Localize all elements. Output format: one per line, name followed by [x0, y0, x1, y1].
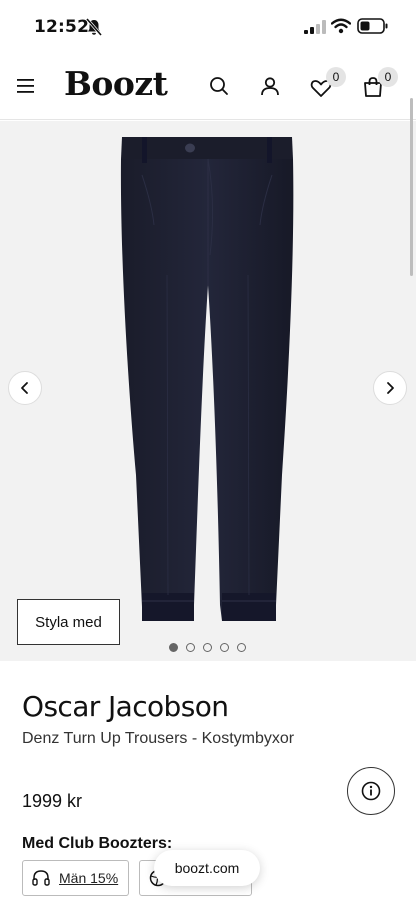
wifi-icon	[331, 18, 351, 34]
product-image-gallery[interactable]: Styla med	[0, 121, 416, 661]
wishlist-count-badge: 0	[326, 67, 346, 87]
gallery-next-button[interactable]	[373, 371, 407, 405]
menu-icon[interactable]	[16, 77, 36, 95]
styla-med-button[interactable]: Styla med	[17, 599, 120, 645]
product-price: 1999 kr	[22, 791, 83, 811]
status-bar: 12:52	[0, 0, 416, 56]
battery-icon	[357, 18, 388, 34]
gallery-pagination-dots	[169, 643, 246, 652]
gallery-dot-3[interactable]	[203, 643, 212, 652]
boozt-logo[interactable]: Boozt	[64, 64, 168, 103]
gallery-dot-1[interactable]	[169, 643, 178, 652]
page-scrollbar[interactable]	[410, 98, 413, 276]
browser-url-pill[interactable]: boozt.com	[154, 850, 260, 886]
gallery-dot-2[interactable]	[186, 643, 195, 652]
gallery-dot-5[interactable]	[237, 643, 246, 652]
site-header: Boozt 0 0	[0, 56, 416, 120]
headset-icon	[32, 870, 50, 886]
gallery-dot-4[interactable]	[220, 643, 229, 652]
bag-count-badge: 0	[378, 67, 398, 87]
chevron-right-icon	[387, 382, 394, 394]
product-image-trousers	[120, 137, 294, 621]
info-icon	[361, 781, 381, 801]
search-icon[interactable]	[207, 74, 231, 98]
account-icon[interactable]	[258, 74, 282, 98]
bell-muted-icon	[86, 18, 102, 36]
club-discount-men-label: Män 15%	[59, 870, 119, 886]
product-name: Denz Turn Up Trousers - Kostymbyxor	[22, 730, 295, 747]
signal-icon	[304, 20, 326, 34]
club-discount-men[interactable]: Män 15%	[22, 860, 129, 896]
gallery-previous-button[interactable]	[8, 371, 42, 405]
status-time: 12:52	[34, 17, 90, 37]
product-info-button[interactable]	[347, 767, 395, 815]
product-brand[interactable]: Oscar Jacobson	[22, 690, 229, 723]
chevron-left-icon	[21, 382, 28, 394]
club-boozters-heading: Med Club Boozters:	[22, 835, 173, 852]
